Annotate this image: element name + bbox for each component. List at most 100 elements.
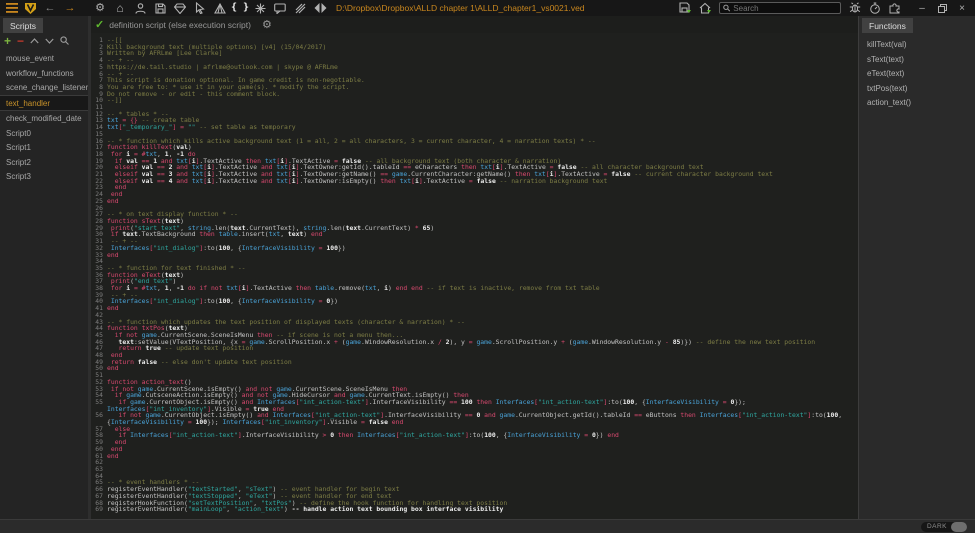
minimize-button[interactable]: – (913, 1, 931, 15)
code-line[interactable]: 22 elseif val == 4 and txt[i].TextActive… (91, 178, 858, 185)
code-line[interactable]: 56 if not game.CurrentObject.isEmpty() a… (91, 412, 858, 425)
code-text: Written by AFRLme [Lee Clarke] (107, 50, 858, 57)
cursor-pointer-icon[interactable] (190, 0, 210, 16)
code-line[interactable]: 61end (91, 453, 858, 460)
code-text: if game.CurrentObject.isEmpty() and Inte… (107, 399, 858, 412)
script-list-item[interactable]: scene_change_listener (0, 80, 88, 95)
search-input[interactable] (733, 4, 837, 13)
settings-gear-icon[interactable]: ⚙ (90, 0, 110, 16)
script-list-item[interactable]: mouse_event (0, 51, 88, 66)
back-arrow-icon[interactable]: ← (40, 0, 60, 16)
restore-button[interactable] (933, 1, 951, 15)
script-list-item[interactable]: Script1 (0, 140, 88, 155)
add-script-button[interactable]: + (4, 34, 11, 48)
save-with-arrow-icon[interactable] (675, 0, 695, 16)
code-line[interactable]: 64 (91, 473, 858, 480)
profiler-stopwatch-icon[interactable] (865, 0, 885, 16)
code-line[interactable]: 59 end (91, 439, 858, 446)
menu-icon[interactable] (4, 0, 20, 16)
code-line[interactable]: 14txt["_temporary_"] = "" -- set table a… (91, 124, 858, 131)
code-text: if Interfaces["int_action-text"].Interfa… (107, 432, 858, 439)
visionaire-logo-icon[interactable] (20, 0, 40, 16)
item-diamond-icon[interactable] (170, 0, 190, 16)
tab-row: Scripts ✓ definition script (else execut… (0, 16, 975, 33)
dialog-speech-bubble-icon[interactable] (270, 0, 290, 16)
script-list-item[interactable]: Script3 (0, 169, 88, 184)
code-line[interactable]: 30 if text.TextBackground then table.ins… (91, 231, 858, 238)
function-list-item[interactable]: txtPos(text) (859, 81, 975, 96)
code-editor[interactable]: 1--[[2Kill background text (multiple opt… (88, 33, 858, 519)
function-list-item[interactable]: killText(val) (859, 37, 975, 52)
main-content: + − mouse_eventworkflow_functionsscene_c… (0, 33, 975, 519)
plugin-puzzle-icon[interactable] (885, 0, 905, 16)
function-list-item[interactable]: eText(text) (859, 66, 975, 81)
code-line[interactable]: 41end (91, 305, 858, 312)
code-line[interactable]: 3Written by AFRLme [Lee Clarke] (91, 50, 858, 57)
code-text: return true -- update text position (107, 345, 858, 352)
code-line[interactable]: 11 (91, 104, 858, 111)
tab-functions[interactable]: Functions (862, 18, 913, 34)
code-line[interactable]: 16-- * function which kills active backg… (91, 138, 858, 145)
interface-floppy-icon[interactable] (150, 0, 170, 16)
home-icon[interactable]: ⌂ (110, 0, 130, 16)
close-button[interactable]: × (953, 1, 971, 15)
theme-toggle-knob[interactable] (951, 522, 967, 532)
tab-scripts[interactable]: Scripts (3, 18, 43, 34)
code-line[interactable]: 27-- * on text display function * -- (91, 211, 858, 218)
script-list-item[interactable]: Script2 (0, 155, 88, 170)
code-line[interactable]: 58 if Interfaces["int_action-text"].Inte… (91, 432, 858, 439)
code-line[interactable]: 33end (91, 252, 858, 259)
code-line[interactable]: 49 return false -- else don't update tex… (91, 359, 858, 366)
code-text (107, 372, 858, 379)
code-line[interactable]: 5https://de.tail.studio | afrlme@outlook… (91, 64, 858, 71)
line-number: 56 (91, 412, 107, 425)
code-line[interactable]: 60 end (91, 446, 858, 453)
debug-bug-icon[interactable] (845, 0, 865, 16)
code-line[interactable]: 24 end (91, 191, 858, 198)
code-line[interactable]: 36function eText(text) (91, 272, 858, 279)
code-line[interactable]: 10--]] (91, 97, 858, 104)
code-line[interactable]: 25end (91, 198, 858, 205)
font-prism-icon[interactable] (210, 0, 230, 16)
script-list-item[interactable]: check_modified_date (0, 111, 88, 126)
code-line[interactable]: 32 Interfaces["int_dialog"]:to(100, {Int… (91, 245, 858, 252)
remove-script-button[interactable]: − (17, 34, 24, 48)
code-line[interactable]: 17function killText(val) (91, 144, 858, 151)
export-home-arrow-icon[interactable] (695, 0, 715, 16)
shader-stripes-icon[interactable] (290, 0, 310, 16)
transition-double-arrow-icon[interactable] (310, 0, 330, 16)
code-line[interactable]: 51 (91, 372, 858, 379)
move-up-button[interactable] (30, 38, 39, 44)
code-line[interactable]: 55 if game.CurrentObject.isEmpty() and I… (91, 399, 858, 412)
code-line[interactable]: 62 (91, 459, 858, 466)
particle-snowflake-icon[interactable] (250, 0, 270, 16)
script-list-item[interactable]: workflow_functions (0, 66, 88, 81)
definition-script-checkbox[interactable]: ✓ (95, 18, 104, 31)
scripts-panel: + − mouse_eventworkflow_functionsscene_c… (0, 33, 88, 519)
character-person-icon[interactable] (130, 0, 150, 16)
script-list-item[interactable]: Script0 (0, 126, 88, 141)
script-list-item[interactable]: text_handler (0, 95, 88, 112)
code-text (107, 104, 858, 111)
code-line[interactable]: 50end (91, 365, 858, 372)
code-line[interactable]: 47 return true -- update text position (91, 345, 858, 352)
code-text: end (107, 252, 858, 259)
script-settings-gear-icon[interactable]: ⚙ (262, 18, 272, 31)
theme-toggle[interactable]: DARK (921, 522, 967, 532)
window-title-path: D:\Dropbox\Dropbox\ALLD chapter 1\ALLD_c… (336, 3, 675, 13)
code-line[interactable]: 40 Interfaces["int_dialog"]:to(100, {Int… (91, 298, 858, 305)
function-list-item[interactable]: action_text() (859, 95, 975, 110)
script-braces-icon[interactable]: { } (230, 0, 250, 16)
code-line[interactable]: 69registerEventHandler("mainLoop", "acti… (91, 506, 858, 513)
filter-search-icon[interactable] (60, 36, 69, 45)
code-line[interactable]: 43-- * function which updates the text p… (91, 319, 858, 326)
move-down-button[interactable] (45, 38, 54, 44)
forward-arrow-icon[interactable]: → (60, 0, 80, 16)
code-line[interactable]: 63 (91, 466, 858, 473)
code-line[interactable]: 38 for i = #txt, 1, -1 do if not txt[i].… (91, 285, 858, 292)
code-line[interactable]: 23 end (91, 184, 858, 191)
function-list-item[interactable]: sText(text) (859, 52, 975, 67)
code-line[interactable]: 35-- * function for text finished * -- (91, 265, 858, 272)
code-line[interactable]: 9Do not remove - or edit - this comment … (91, 91, 858, 98)
code-line[interactable]: 12-- * tables * -- (91, 111, 858, 118)
